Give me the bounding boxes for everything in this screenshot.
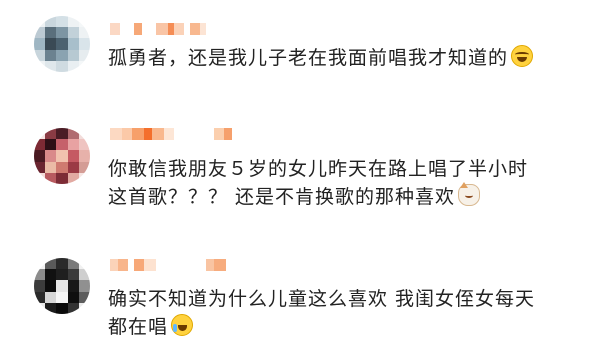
comment-text: 确实不知道为什么儿童这么喜欢 我闺女侄女每天 都在唱 — [108, 285, 580, 341]
avatar[interactable] — [34, 16, 90, 72]
grinning-tears-emoji-icon — [171, 314, 194, 336]
comment-text: 你敢信我朋友５岁的女儿昨天在路上唱了半小时 这首歌？？？ 还是不肯换歌的那种喜欢 — [108, 155, 580, 211]
username-pixelated[interactable] — [110, 259, 226, 271]
username-pixelated[interactable] — [110, 23, 206, 35]
comment-text-content: 孤勇者，还是我儿子老在我面前唱我才知道的 — [108, 47, 509, 69]
cat-face-emoji-icon — [458, 182, 481, 206]
laugh-crying-emoji-icon — [511, 45, 534, 67]
comment-text: 孤勇者，还是我儿子老在我面前唱我才知道的 — [108, 44, 580, 72]
username-pixelated[interactable] — [110, 128, 232, 140]
avatar[interactable] — [34, 258, 90, 314]
avatar[interactable] — [34, 128, 90, 184]
